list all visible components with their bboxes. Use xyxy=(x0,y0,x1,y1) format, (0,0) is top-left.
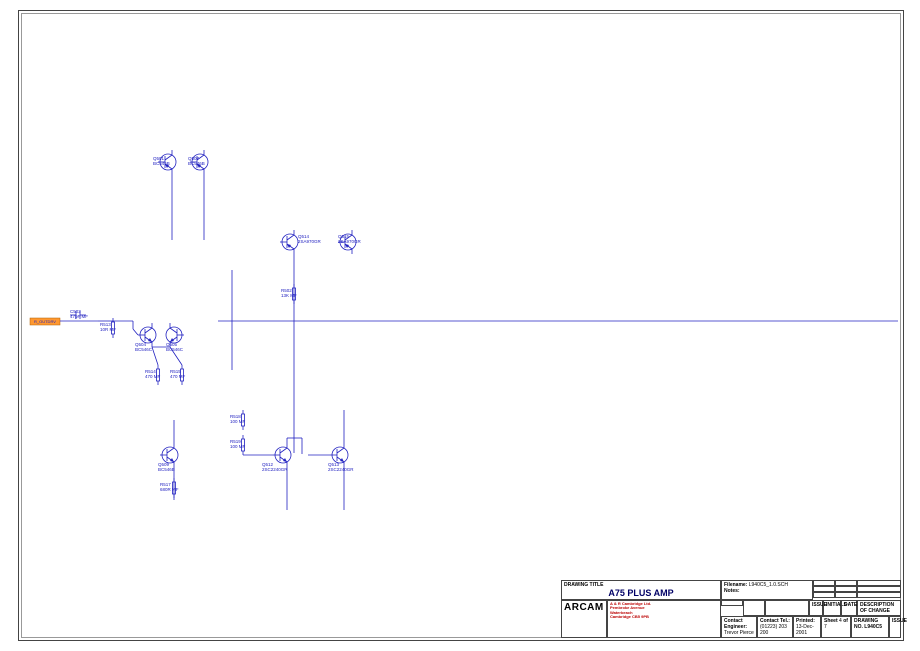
sheet-total: 7 xyxy=(824,624,827,630)
port-r-outdrv: R_OUTDRV xyxy=(30,318,60,325)
svg-text:BC546C: BC546C xyxy=(166,347,184,352)
component-r519: R519 100 MF xyxy=(230,435,246,455)
svg-text:100 MF: 100 MF xyxy=(230,444,246,449)
svg-text:BC546C: BC546C xyxy=(135,347,153,352)
component-r515: R515 470 MF xyxy=(170,365,186,385)
schematic-canvas: R_OUTDRV C503 47pF MF R513 10R MF Q504 B… xyxy=(18,10,902,641)
svg-text:47pF MF: 47pF MF xyxy=(70,314,88,319)
component-r517: R517 680R MF xyxy=(160,478,179,498)
issue-label: ISSUE xyxy=(889,616,901,638)
contact-tel: (01223) 203 200 xyxy=(760,624,787,636)
title-block: DRAWING TITLE A75 PLUS AMP Filename: L94… xyxy=(561,580,901,638)
component-q501: Q501 BC546B xyxy=(153,150,176,174)
svg-text:2SC2240GR: 2SC2240GR xyxy=(262,467,288,472)
component-r502: R502 13K MF xyxy=(281,284,297,304)
svg-text:13K MF: 13K MF xyxy=(281,293,297,298)
svg-text:BC546B: BC546B xyxy=(158,467,175,472)
address-line4: Cambridge CB5 9PB xyxy=(610,615,718,619)
component-c503: C503 47pF MF xyxy=(70,309,88,319)
component-q513: Q513 2SC2240GR xyxy=(328,443,354,472)
svg-text:2SC2240GR: 2SC2240GR xyxy=(328,467,354,472)
svg-text:2SA970GR: 2SA970GR xyxy=(298,239,322,244)
component-r518: R518 100 MF xyxy=(230,410,246,430)
svg-text:10R MF: 10R MF xyxy=(100,327,116,332)
rev-hdr-date: DATE xyxy=(841,600,857,616)
component-q504: Q504 BC546C xyxy=(135,323,156,352)
brand-logo: ARCAM xyxy=(564,602,604,613)
component-q514: Q514 2SA970GR xyxy=(280,230,322,254)
component-q509: Q509 BC546B xyxy=(158,443,178,472)
svg-text:470 MF: 470 MF xyxy=(170,374,186,379)
component-q507: Q507 BC546B xyxy=(188,150,208,174)
drawing-no: L940C5 xyxy=(864,624,882,630)
svg-text:BC546B: BC546B xyxy=(188,161,205,166)
svg-text:100 MF: 100 MF xyxy=(230,419,246,424)
component-q505: Q505 BC546C xyxy=(166,323,184,352)
sheet-num: 4 xyxy=(839,618,842,624)
component-r514: R514 470 MF xyxy=(145,365,161,385)
rev-hdr-issue: ISSUE xyxy=(809,600,823,616)
svg-text:R_OUTDRV: R_OUTDRV xyxy=(34,319,56,324)
notes-label: Notes: xyxy=(724,588,740,594)
svg-text:2SA970GR: 2SA970GR xyxy=(338,239,362,244)
rev-hdr-desc: DESCRIPTION OF CHANGE xyxy=(857,600,901,616)
component-q515: Q515 2SA970GR xyxy=(338,230,362,254)
svg-text:470 MF: 470 MF xyxy=(145,374,161,379)
filename-value: L940C5_1.0.SCH xyxy=(749,582,788,588)
contact-engineer: Trevor Pierce xyxy=(724,630,754,636)
svg-text:BC546B: BC546B xyxy=(153,161,170,166)
schematic-page: R_OUTDRV C503 47pF MF R513 10R MF Q504 B… xyxy=(0,0,920,651)
drawing-title: A75 PLUS AMP xyxy=(564,588,718,598)
printed-date: 13-Dec-2001 xyxy=(796,624,814,636)
rev-hdr-initials: INITIALS xyxy=(823,600,841,616)
svg-text:680R MF: 680R MF xyxy=(160,487,179,492)
